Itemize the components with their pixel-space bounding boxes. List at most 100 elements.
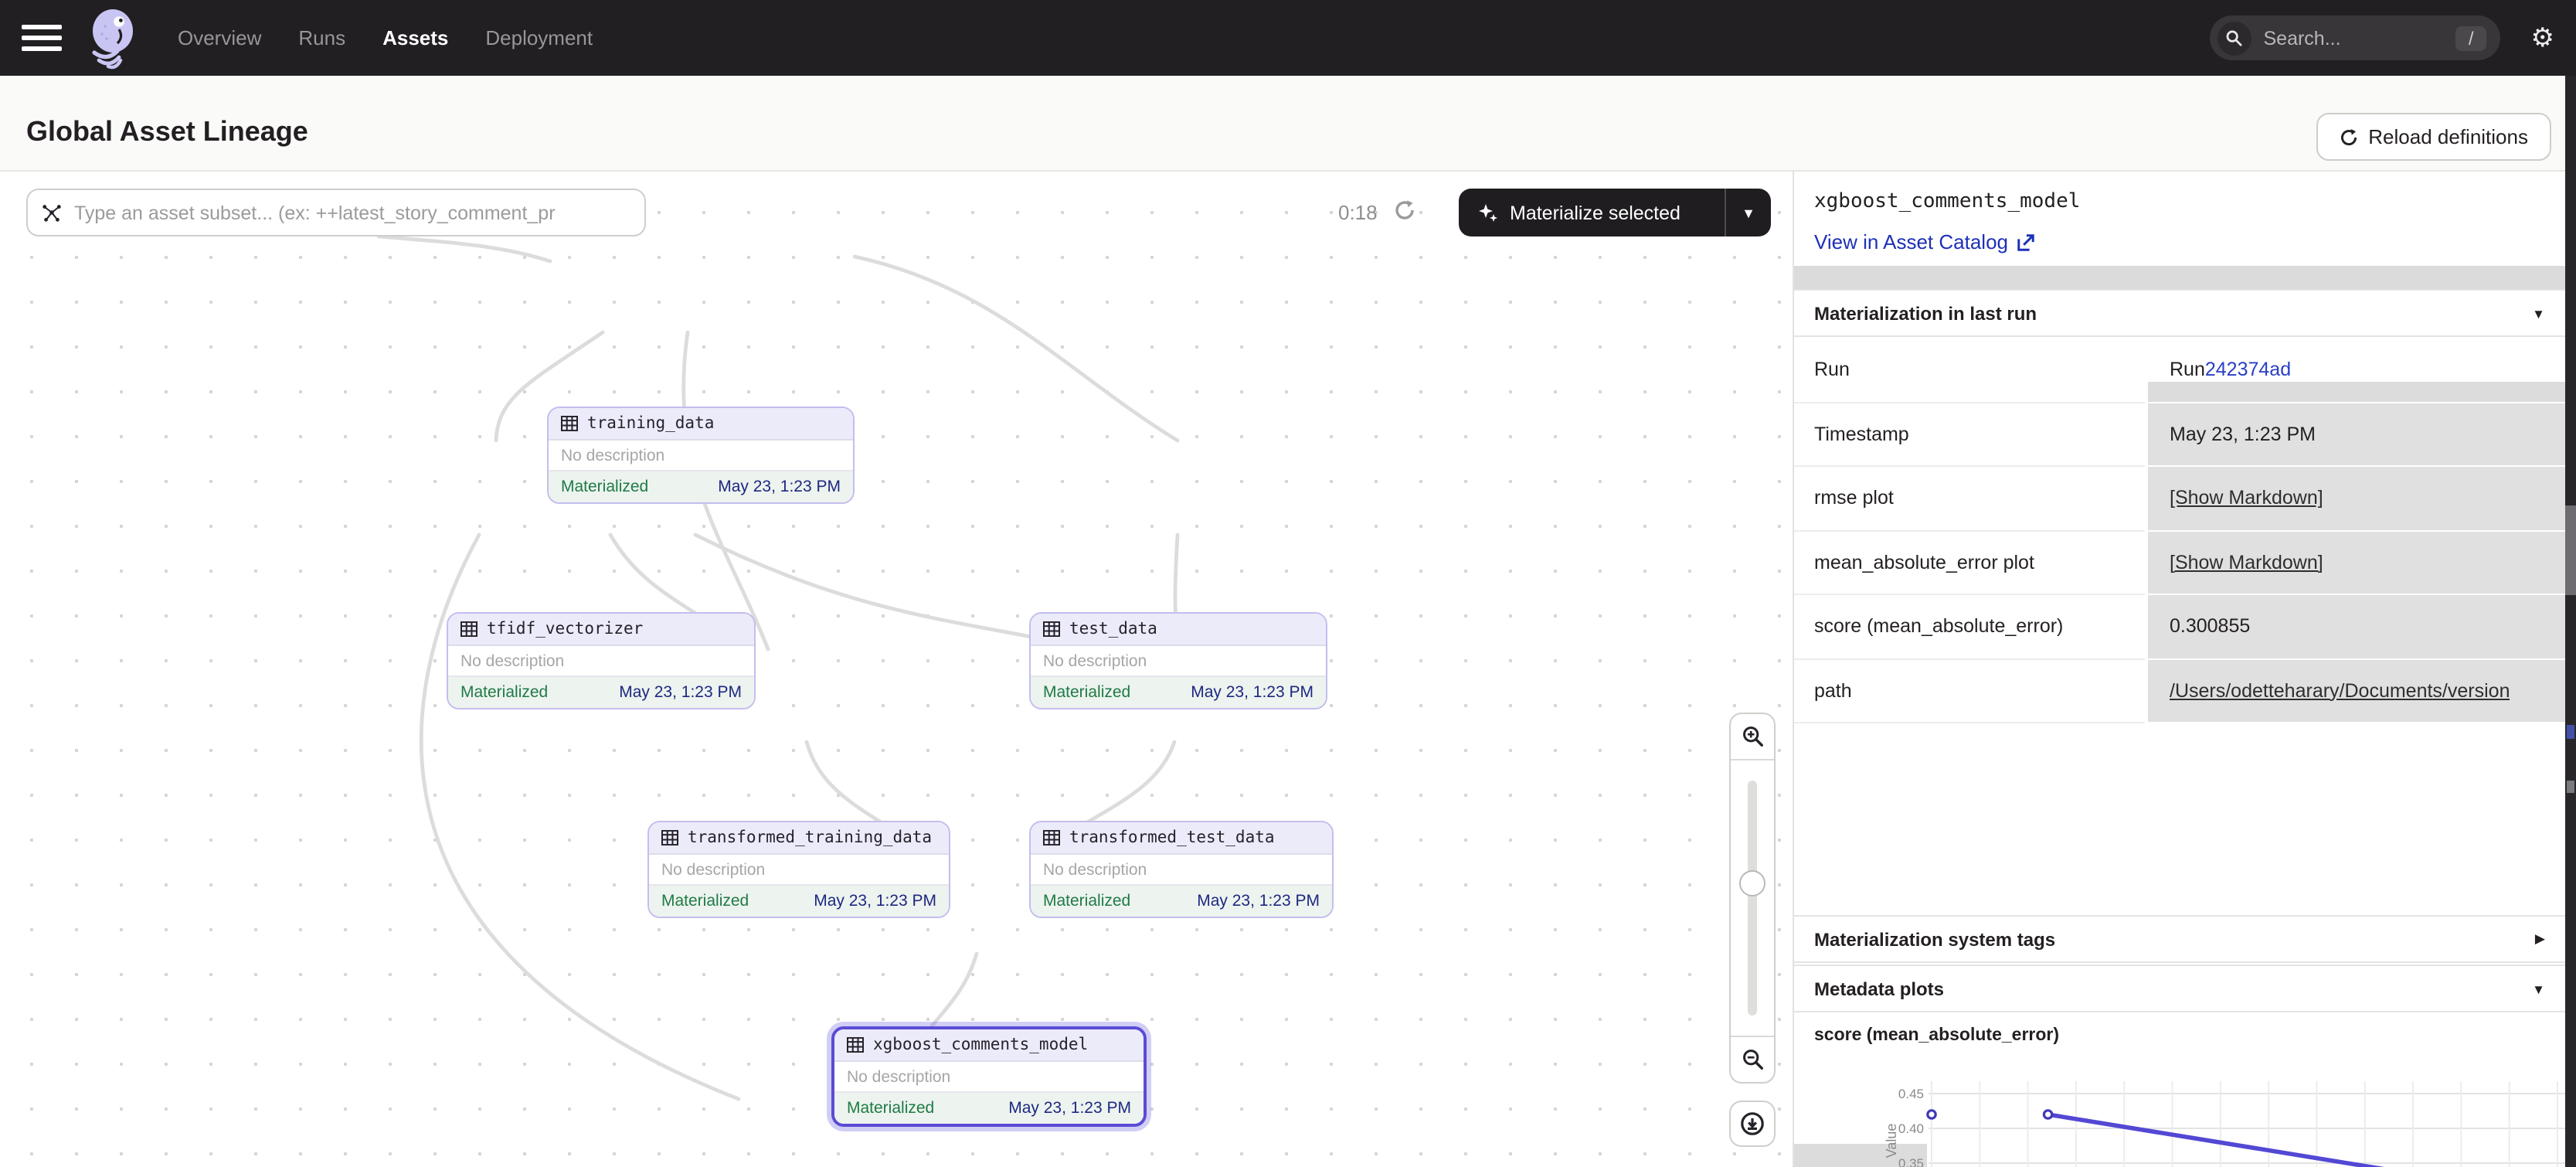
materialization-time[interactable]: May 23, 1:23 PM <box>1191 683 1313 702</box>
asset-filter-box <box>26 189 646 236</box>
run-id-link[interactable]: 242374ad <box>2205 359 2291 381</box>
zoom-slider-thumb[interactable] <box>1739 870 1765 897</box>
table-row: Run Run 242374ad <box>1794 339 2565 403</box>
asset-node-training-data[interactable]: training_data No description Materialize… <box>547 407 855 504</box>
materialization-time[interactable]: May 23, 1:23 PM <box>1008 1099 1131 1118</box>
show-markdown-link[interactable]: [Show Markdown] <box>2170 552 2323 573</box>
zoom-controls <box>1729 713 1776 1084</box>
section-materialization-last-run[interactable]: Materialization in last run ▼ <box>1794 289 2565 337</box>
status-badge: Materialized <box>847 1099 934 1118</box>
asset-description: No description <box>448 646 754 677</box>
scrollbar-mark <box>2567 781 2574 793</box>
table-row: score (mean_absolute_error) 0.300855 <box>1794 595 2565 659</box>
asset-subset-input[interactable] <box>74 202 630 223</box>
table-row: rmse plot [Show Markdown] <box>1794 467 2565 531</box>
settings-gear-icon[interactable]: ⚙ <box>2531 25 2555 51</box>
page-title: Global Asset Lineage <box>26 116 308 148</box>
asset-node-tfidf-vectorizer[interactable]: tfidf_vectorizer No description Material… <box>447 612 756 709</box>
refresh-icon <box>2339 128 2357 146</box>
asset-name: transformed_training_data <box>688 828 932 847</box>
row-key: Run <box>1794 339 2145 403</box>
materialization-time[interactable]: May 23, 1:23 PM <box>619 683 742 702</box>
sparkle-icon <box>1477 202 1499 223</box>
chevron-down-icon: ▼ <box>2532 981 2545 996</box>
status-badge: Materialized <box>1043 892 1130 910</box>
asset-node-test-data[interactable]: test_data No description MaterializedMay… <box>1029 612 1327 709</box>
materialization-time[interactable]: May 23, 1:23 PM <box>814 892 936 910</box>
nav-links: Overview Runs Assets Deployment <box>178 26 593 49</box>
zoom-out-button[interactable] <box>1731 1036 1774 1082</box>
asset-description: No description <box>649 855 949 886</box>
row-key: mean_absolute_error plot <box>1794 531 2145 595</box>
page-header: Global Asset Lineage Reload definitions <box>0 76 2576 172</box>
section-metadata-plots[interactable]: Metadata plots ▼ <box>1794 965 2565 1012</box>
asset-name: training_data <box>587 414 714 433</box>
row-key: Timestamp <box>1794 403 2145 467</box>
row-value: Run 242374ad <box>2148 339 2565 403</box>
download-graph-button[interactable] <box>1729 1101 1776 1147</box>
reload-definitions-button[interactable]: Reload definitions <box>2316 113 2551 161</box>
chevron-down-icon: ▼ <box>2532 305 2545 321</box>
asset-node-transformed-training-data[interactable]: transformed_training_data No description… <box>647 821 950 918</box>
asset-description: No description <box>1031 646 1326 677</box>
table-icon <box>1043 621 1060 637</box>
row-key: path <box>1794 659 2145 723</box>
svg-text:0.40: 0.40 <box>1898 1121 1924 1136</box>
dagster-logo[interactable] <box>82 7 141 69</box>
window-edge-scrollbar[interactable] <box>2565 76 2576 1167</box>
asset-graph-icon <box>42 202 62 223</box>
scrollbar-thumb[interactable] <box>2565 505 2576 595</box>
cell-horizontal-scrollbar[interactable] <box>2148 381 2565 401</box>
asset-node-transformed-test-data[interactable]: transformed_test_data No description Mat… <box>1029 821 1334 918</box>
status-badge: Materialized <box>460 683 548 702</box>
metadata-plot-title: score (mean_absolute_error) <box>1814 1026 2059 1045</box>
asset-description: No description <box>834 1062 1144 1093</box>
timer-refresh-icon[interactable] <box>1394 199 1415 221</box>
metadata-table: Run Run 242374ad Timestamp May 23, 1:23 … <box>1794 339 2565 723</box>
nav-item-deployment[interactable]: Deployment <box>485 26 593 49</box>
materialization-time[interactable]: May 23, 1:23 PM <box>718 478 841 496</box>
asset-name: tfidf_vectorizer <box>487 620 643 638</box>
view-in-asset-catalog-link[interactable]: View in Asset Catalog <box>1814 230 2034 253</box>
show-markdown-link[interactable]: [Show Markdown] <box>2170 488 2323 509</box>
hamburger-menu-icon[interactable] <box>22 24 62 52</box>
table-icon <box>661 830 678 845</box>
download-icon <box>1740 1111 1765 1136</box>
nav-item-assets[interactable]: Assets <box>382 26 448 49</box>
row-value: [Show Markdown] <box>2148 531 2565 595</box>
table-icon <box>561 416 578 431</box>
nav-item-runs[interactable]: Runs <box>298 26 345 49</box>
panel-horizontal-scrollbar[interactable] <box>1794 266 2565 289</box>
materialization-time[interactable]: May 23, 1:23 PM <box>1197 892 1320 910</box>
table-row: Timestamp May 23, 1:23 PM <box>1794 403 2565 467</box>
top-nav: Overview Runs Assets Deployment Search..… <box>0 0 2576 76</box>
asset-name: test_data <box>1069 620 1157 638</box>
materialize-selected-button[interactable]: Materialize selected ▼ <box>1459 189 1771 236</box>
refresh-timer: 0:18 <box>1338 201 1378 224</box>
zoom-slider-track[interactable] <box>1748 781 1757 1016</box>
section-materialization-system-tags[interactable]: Materialization system tags ▶ <box>1794 915 2565 963</box>
asset-node-xgboost-comments-model[interactable]: xgboost_comments_model No description Ma… <box>831 1026 1147 1127</box>
nav-item-overview[interactable]: Overview <box>178 26 261 49</box>
zoom-in-button[interactable] <box>1731 714 1774 760</box>
asset-description: No description <box>549 441 853 471</box>
row-value: /Users/odetteharary/Documents/version <box>2148 659 2565 723</box>
svg-text:Value: Value <box>1884 1124 1899 1158</box>
row-value: 0.300855 <box>2148 595 2565 659</box>
external-link-icon <box>2016 233 2034 251</box>
asset-details-panel: xgboost_comments_model View in Asset Cat… <box>1794 172 2576 1167</box>
row-key: score (mean_absolute_error) <box>1794 595 2145 659</box>
status-badge: Materialized <box>661 892 749 910</box>
materialize-dropdown-caret[interactable]: ▼ <box>1726 205 1771 220</box>
score-line-chart[interactable]: 0.450.400.350.301:20:36 p.m.1:20:48 p.m.… <box>1794 1056 2565 1167</box>
asset-lineage-canvas[interactable]: 0:18 Materialize selected ▼ training_dat… <box>0 172 1794 1167</box>
asset-name: transformed_test_data <box>1069 828 1275 847</box>
chevron-right-icon: ▶ <box>2535 931 2545 948</box>
global-search[interactable]: Search... / <box>2210 15 2500 60</box>
scrollbar-mark <box>2567 725 2574 739</box>
zoom-slider[interactable] <box>1731 760 1774 1036</box>
path-link[interactable]: /Users/odetteharary/Documents/version <box>2170 680 2510 702</box>
table-row: mean_absolute_error plot [Show Markdown] <box>1794 531 2565 595</box>
svg-text:0.45: 0.45 <box>1898 1087 1924 1101</box>
dagster-app: Overview Runs Assets Deployment Search..… <box>0 0 2576 1167</box>
